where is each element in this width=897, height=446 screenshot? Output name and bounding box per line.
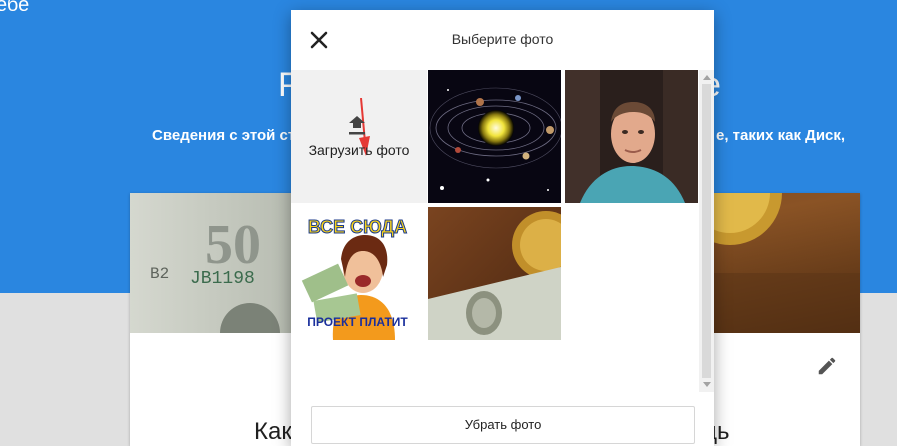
promo-bottom-text: ПРОЕКТ ПЛАТИТ [307, 315, 408, 329]
svg-text:JB1198: JB1198 [190, 269, 255, 289]
upload-icon [349, 116, 365, 135]
photo-grid: Загрузить фото ВСЕ СЮДА ПРОЕКТ ПЛАТИТ [291, 70, 701, 392]
photo-portrait[interactable] [565, 70, 698, 203]
svg-text:50: 50 [205, 214, 261, 276]
photo-solar-system[interactable] [428, 70, 561, 203]
scrollbar-thumb[interactable] [702, 84, 711, 378]
scroll-up-arrow-icon[interactable] [703, 75, 711, 80]
header-fragment-text: ебе [0, 0, 30, 16]
photo-coin-and-dollar[interactable] [428, 207, 561, 340]
card-title-left: Как [254, 418, 292, 445]
photo-grid-scrollbar[interactable] [699, 70, 714, 392]
svg-text:B2: B2 [150, 265, 169, 283]
promo-top-text: ВСЕ СЮДА [307, 217, 408, 238]
page-description-right: е, таких как Диск, [716, 127, 846, 144]
remove-photo-button[interactable]: Убрать фото [311, 406, 695, 444]
scroll-down-arrow-icon[interactable] [703, 382, 711, 387]
page-description-left: Сведения с этой ст [152, 127, 296, 144]
select-photo-dialog: Выберите фото Загрузить фото ВСЕ СЮДА ПР… [291, 10, 714, 446]
upload-photo-button[interactable]: Загрузить фото [291, 70, 427, 203]
photo-promo[interactable]: ВСЕ СЮДА ПРОЕКТ ПЛАТИТ [291, 207, 424, 340]
dialog-title: Выберите фото [451, 31, 554, 47]
edit-pencil-icon[interactable] [816, 355, 838, 377]
upload-photo-label: Загрузить фото [308, 142, 410, 158]
